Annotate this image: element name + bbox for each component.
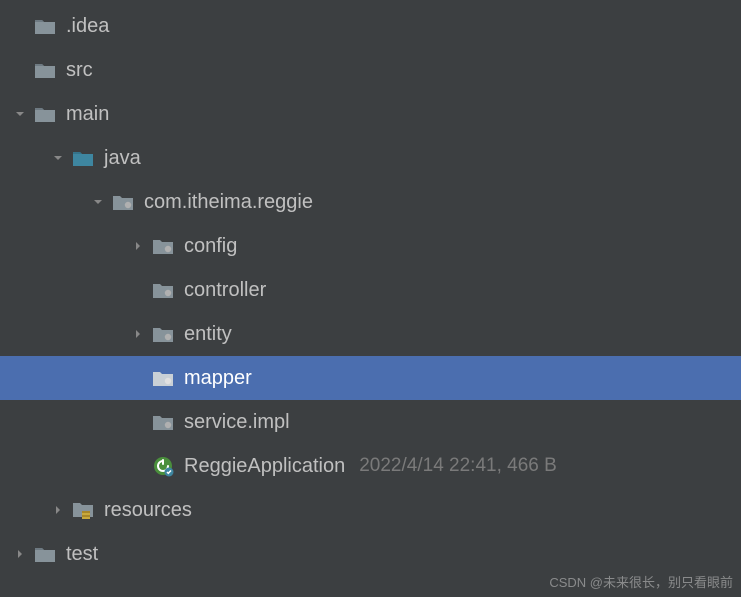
chevron-right-icon (130, 240, 146, 252)
tree-row-package[interactable]: com.itheima.reggie (0, 180, 741, 224)
tree-label: main (66, 103, 109, 126)
folder-icon (34, 15, 56, 37)
package-icon (152, 279, 174, 301)
tree-row-config[interactable]: config (0, 224, 741, 268)
tree-label: config (184, 235, 237, 258)
package-icon (152, 323, 174, 345)
chevron-right-icon (130, 328, 146, 340)
tree-row-entity[interactable]: entity (0, 312, 741, 356)
tree-label: service.impl (184, 411, 290, 434)
tree-row-src[interactable]: src (0, 48, 741, 92)
package-icon (152, 235, 174, 257)
source-folder-icon (72, 147, 94, 169)
tree-label: .idea (66, 15, 109, 38)
tree-label: java (104, 147, 141, 170)
tree-row-resources[interactable]: resources (0, 488, 741, 532)
tree-row-test[interactable]: test (0, 532, 741, 576)
chevron-down-icon (50, 152, 66, 164)
tree-row-main[interactable]: main (0, 92, 741, 136)
watermark: CSDN @未来很长，别只看眼前 (549, 572, 733, 591)
chevron-right-icon (50, 504, 66, 516)
tree-label: resources (104, 499, 192, 522)
tree-row-serviceimpl[interactable]: service.impl (0, 400, 741, 444)
tree-row-idea[interactable]: .idea (0, 4, 741, 48)
tree-label: entity (184, 323, 232, 346)
tree-row-controller[interactable]: controller (0, 268, 741, 312)
springboot-class-icon (152, 455, 174, 477)
folder-icon (34, 59, 56, 81)
tree-label: com.itheima.reggie (144, 191, 313, 214)
package-icon (152, 367, 174, 389)
chevron-down-icon (90, 196, 106, 208)
folder-icon (34, 103, 56, 125)
tree-row-mapper[interactable]: mapper (0, 356, 741, 400)
chevron-down-icon (12, 108, 28, 120)
package-icon (152, 411, 174, 433)
tree-label: src (66, 59, 93, 82)
tree-label: controller (184, 279, 266, 302)
tree-label: test (66, 543, 98, 566)
tree-row-java[interactable]: java (0, 136, 741, 180)
chevron-right-icon (12, 548, 28, 560)
package-icon (112, 191, 134, 213)
file-meta: 2022/4/14 22:41, 466 B (359, 455, 557, 477)
tree-row-reggieapp[interactable]: ReggieApplication 2022/4/14 22:41, 466 B (0, 444, 741, 488)
tree-label: ReggieApplication (184, 455, 345, 478)
tree-label: mapper (184, 367, 252, 390)
folder-icon (34, 543, 56, 565)
resources-folder-icon (72, 499, 94, 521)
project-tree: .idea src main java com.itheima. (0, 0, 741, 576)
